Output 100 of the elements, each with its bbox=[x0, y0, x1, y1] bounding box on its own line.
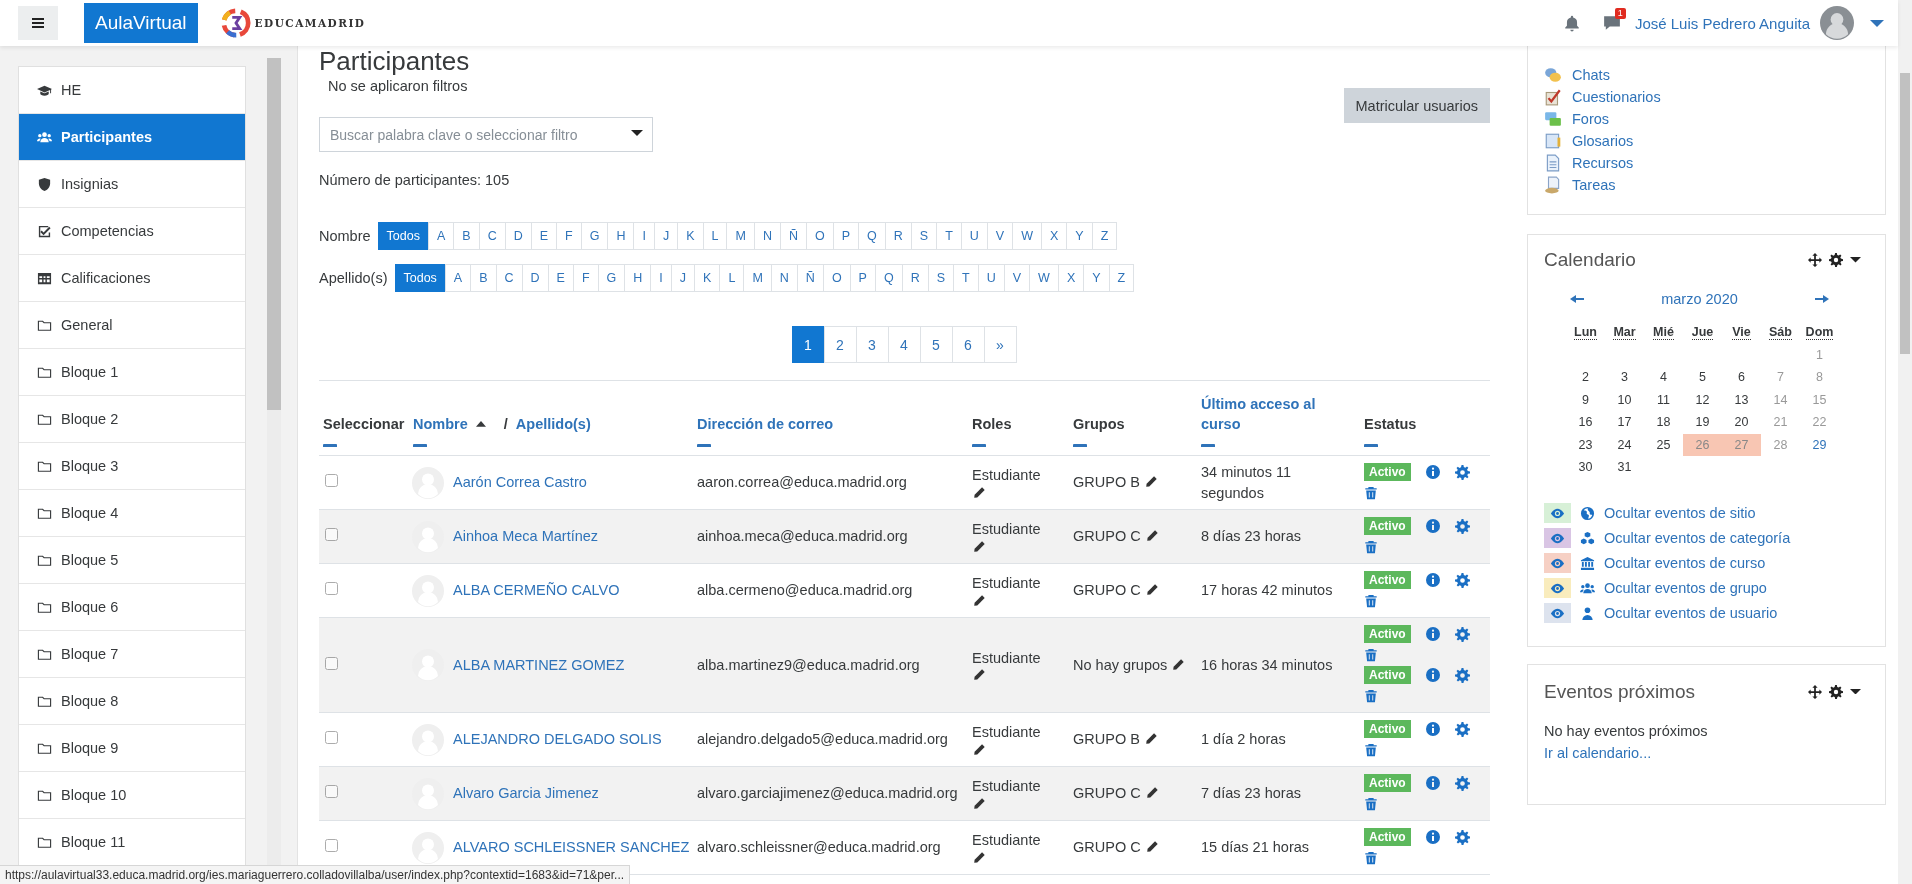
pencil-icon[interactable] bbox=[972, 850, 986, 865]
dropdown-icon[interactable] bbox=[631, 130, 643, 136]
info-icon[interactable] bbox=[1424, 775, 1441, 792]
collapse-icon[interactable] bbox=[323, 443, 337, 447]
initial-letter[interactable]: A bbox=[427, 222, 455, 250]
initial-letter[interactable]: S bbox=[910, 222, 938, 250]
info-icon[interactable] bbox=[1424, 464, 1441, 481]
pencil-icon[interactable] bbox=[972, 593, 986, 608]
initial-letter[interactable]: V bbox=[986, 222, 1014, 250]
initial-letter[interactable]: B bbox=[470, 264, 497, 292]
initial-letter[interactable]: C bbox=[495, 264, 523, 292]
activity-link[interactable]: Tareas bbox=[1572, 177, 1616, 193]
initial-letter[interactable]: O bbox=[822, 264, 851, 292]
delete-icon[interactable] bbox=[1364, 688, 1378, 703]
collapse-icon[interactable] bbox=[413, 443, 427, 447]
initial-letter[interactable]: A bbox=[444, 264, 472, 292]
delete-icon[interactable] bbox=[1364, 593, 1378, 608]
user-link[interactable]: Alvaro Garcia Jimenez bbox=[453, 783, 599, 804]
pencil-icon[interactable] bbox=[1143, 475, 1158, 490]
scrollbar-thumb[interactable] bbox=[1900, 73, 1910, 354]
visibility-toggle[interactable] bbox=[1544, 503, 1571, 523]
next-month-icon[interactable] bbox=[1815, 295, 1829, 303]
nav-item[interactable]: Bloque 4 bbox=[19, 490, 245, 537]
initial-letter[interactable]: K bbox=[694, 264, 721, 292]
user-link[interactable]: ALBA MARTINEZ GOMEZ bbox=[453, 654, 625, 676]
initial-letter[interactable]: G bbox=[597, 264, 626, 292]
initial-letter[interactable]: I bbox=[633, 222, 655, 250]
collapse-icon[interactable] bbox=[1073, 443, 1087, 447]
delete-icon[interactable] bbox=[1364, 850, 1378, 865]
user-link[interactable]: ALBA CERMEÑO CALVO bbox=[453, 580, 620, 601]
nav-item[interactable]: Insignias bbox=[19, 161, 245, 208]
page-link[interactable]: 4 bbox=[887, 326, 921, 363]
page-link[interactable]: 5 bbox=[919, 326, 953, 363]
initial-letter[interactable]: P bbox=[832, 222, 860, 250]
visibility-toggle[interactable] bbox=[1544, 603, 1571, 623]
nav-item[interactable]: Bloque 2 bbox=[19, 396, 245, 443]
initial-letter[interactable]: B bbox=[453, 222, 480, 250]
pencil-icon[interactable] bbox=[972, 742, 986, 757]
menu-button[interactable] bbox=[18, 6, 58, 40]
initial-letter[interactable]: C bbox=[478, 222, 506, 250]
initial-letter[interactable]: R bbox=[884, 222, 912, 250]
initial-letter[interactable]: U bbox=[960, 222, 988, 250]
settings-icon[interactable] bbox=[1829, 684, 1843, 699]
user-link[interactable]: Ainhoa Meca Martínez bbox=[453, 526, 599, 547]
column-header[interactable]: Apellido(s) bbox=[515, 414, 591, 435]
pencil-icon[interactable] bbox=[1144, 840, 1159, 855]
nav-item[interactable]: Bloque 7 bbox=[19, 631, 245, 678]
initial-letter[interactable]: Y bbox=[1066, 222, 1093, 250]
nav-item[interactable]: Bloque 9 bbox=[19, 725, 245, 772]
delete-icon[interactable] bbox=[1364, 485, 1378, 500]
initial-letter[interactable]: U bbox=[977, 264, 1005, 292]
initial-letter[interactable]: I bbox=[650, 264, 672, 292]
collapse-icon[interactable] bbox=[1364, 443, 1378, 447]
info-icon[interactable] bbox=[1424, 667, 1441, 684]
initial-letter[interactable]: O bbox=[805, 222, 834, 250]
month-link[interactable]: marzo 2020 bbox=[1661, 291, 1738, 307]
caret-icon[interactable] bbox=[1850, 688, 1861, 695]
initial-letter[interactable]: P bbox=[849, 264, 876, 292]
initial-letter[interactable]: E bbox=[547, 264, 574, 292]
collapse-icon[interactable] bbox=[972, 443, 986, 447]
chat-bubble-icon[interactable] bbox=[1602, 14, 1621, 32]
filter-link[interactable]: Ocultar eventos de curso bbox=[1604, 555, 1766, 571]
row-checkbox[interactable] bbox=[325, 474, 338, 488]
initial-letter[interactable]: J bbox=[653, 222, 679, 250]
row-checkbox[interactable] bbox=[325, 839, 338, 853]
nav-item[interactable]: Participantes bbox=[19, 114, 245, 161]
initial-letter[interactable]: W bbox=[1012, 222, 1042, 250]
filter-link[interactable]: Ocultar eventos de grupo bbox=[1604, 580, 1767, 596]
collapse-icon[interactable] bbox=[1201, 443, 1215, 447]
row-checkbox[interactable] bbox=[325, 731, 338, 745]
initial-letter[interactable]: M bbox=[726, 222, 755, 250]
calendar-day[interactable]: 29 bbox=[1800, 433, 1839, 456]
previous-month-icon[interactable] bbox=[1570, 295, 1584, 303]
initial-letter[interactable]: N bbox=[753, 222, 781, 250]
delete-icon[interactable] bbox=[1364, 796, 1378, 811]
info-icon[interactable] bbox=[1424, 572, 1441, 589]
pencil-icon[interactable] bbox=[972, 796, 986, 811]
initial-letter[interactable]: D bbox=[504, 222, 532, 250]
activity-link[interactable]: Recursos bbox=[1572, 155, 1634, 171]
initial-letter[interactable]: Ñ bbox=[779, 222, 807, 250]
pencil-icon[interactable] bbox=[1144, 529, 1159, 544]
initial-letter[interactable]: T bbox=[936, 222, 962, 250]
initial-letter[interactable]: F bbox=[572, 264, 599, 292]
column-header[interactable]: Dirección de correo bbox=[697, 414, 834, 435]
initial-letter[interactable]: M bbox=[743, 264, 772, 292]
filter-link[interactable]: Ocultar eventos de usuario bbox=[1604, 605, 1778, 621]
settings-icon[interactable] bbox=[1829, 253, 1843, 267]
user-link[interactable]: ALEJANDRO DELGADO SOLIS bbox=[453, 729, 662, 750]
initial-letter[interactable]: Todos bbox=[377, 222, 429, 250]
pencil-icon[interactable] bbox=[972, 668, 986, 683]
nav-item[interactable]: Bloque 3 bbox=[19, 443, 245, 490]
initial-letter[interactable]: Z bbox=[1091, 222, 1118, 250]
pencil-icon[interactable] bbox=[972, 485, 986, 500]
info-icon[interactable] bbox=[1424, 518, 1441, 535]
nav-item[interactable]: Bloque 6 bbox=[19, 584, 245, 631]
initial-letter[interactable]: Ñ bbox=[796, 264, 824, 292]
pencil-icon[interactable] bbox=[1144, 583, 1159, 598]
pencil-icon[interactable] bbox=[1144, 786, 1159, 801]
activity-link[interactable]: Glosarios bbox=[1572, 133, 1634, 149]
initial-letter[interactable]: Q bbox=[858, 222, 886, 250]
